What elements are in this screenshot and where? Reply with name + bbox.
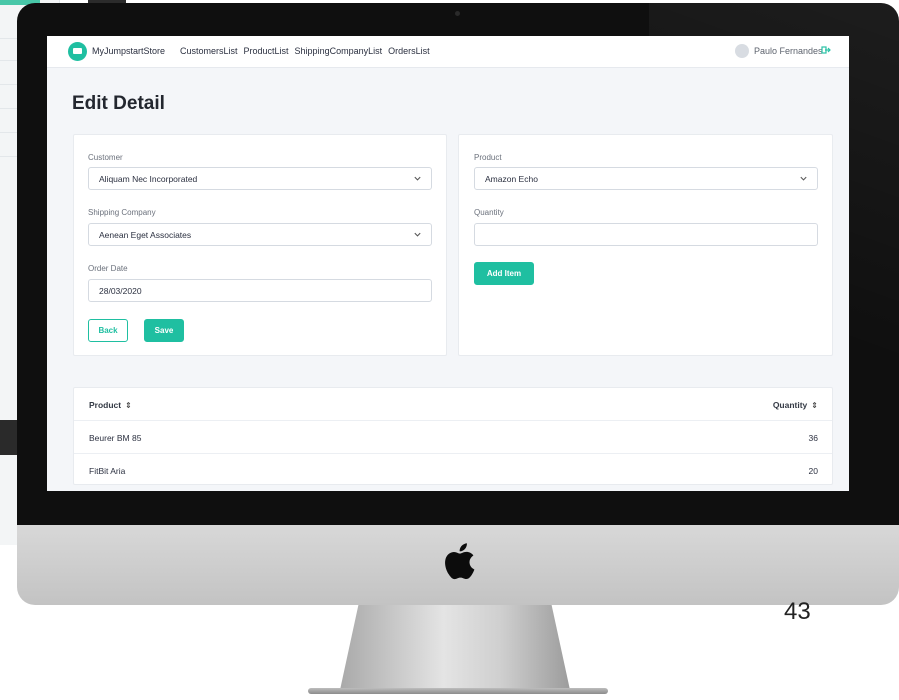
cell-product: Beurer BM 85	[89, 433, 142, 443]
table-row[interactable]: FitBit Aria 20	[74, 454, 832, 487]
order-items-table: Product ⇕ Quantity ⇕ Beurer BM 85 36 FitBi…	[73, 387, 833, 485]
nav-links: CustomersList ProductList ShippingCompan…	[180, 46, 430, 56]
avatar[interactable]	[735, 44, 749, 58]
cell-product: FitBit Aria	[89, 466, 126, 476]
brand-link[interactable]: MyJumpstartStore	[92, 46, 165, 56]
top-navbar: MyJumpstartStore CustomersList ProductLi…	[47, 36, 849, 68]
chevron-down-icon	[800, 176, 807, 181]
nav-shipping-company-list[interactable]: ShippingCompanyList	[295, 46, 383, 56]
customer-label: Customer	[88, 153, 123, 162]
monitor-stand	[340, 605, 570, 690]
sort-icon[interactable]: ⇕	[811, 401, 818, 410]
quantity-label: Quantity	[474, 208, 504, 217]
monitor-base	[308, 688, 608, 694]
user-name[interactable]: Paulo Fernandes	[754, 46, 823, 56]
table-row[interactable]: Beurer BM 85 36	[74, 421, 832, 454]
quantity-field[interactable]	[474, 223, 818, 246]
app-screen: MyJumpstartStore CustomersList ProductLi…	[47, 36, 849, 491]
nav-customers-list[interactable]: CustomersList	[180, 46, 238, 56]
store-logo-icon[interactable]	[68, 42, 87, 61]
back-button[interactable]: Back	[88, 319, 128, 342]
chevron-down-icon	[414, 232, 421, 237]
shipping-company-label: Shipping Company	[88, 208, 156, 217]
customer-select-value: Aliquam Nec Incorporated	[99, 174, 198, 184]
customer-select[interactable]: Aliquam Nec Incorporated	[88, 167, 432, 190]
column-header-product[interactable]: Product ⇕	[89, 400, 132, 410]
logout-icon[interactable]	[821, 45, 831, 55]
camera-dot	[455, 11, 460, 16]
shipping-company-select-value: Aenean Eget Associates	[99, 230, 192, 240]
nav-orders-list[interactable]: OrdersList	[388, 46, 430, 56]
nav-product-list[interactable]: ProductList	[244, 46, 289, 56]
slide-number: 43	[784, 598, 811, 625]
add-item-card: Product Amazon Echo Quantity Add Item	[458, 134, 833, 356]
order-date-field[interactable]: 28/03/2020	[88, 279, 432, 302]
order-date-value: 28/03/2020	[99, 286, 142, 296]
add-item-button[interactable]: Add Item	[474, 262, 534, 285]
sort-icon[interactable]: ⇕	[125, 401, 132, 410]
page-title: Edit Detail	[72, 93, 165, 114]
product-select-value: Amazon Echo	[485, 174, 538, 184]
order-form-card: Customer Aliquam Nec Incorporated Shippi…	[73, 134, 447, 356]
shipping-company-select[interactable]: Aenean Eget Associates	[88, 223, 432, 246]
apple-logo-icon	[445, 543, 475, 580]
cell-quantity: 36	[808, 433, 818, 443]
order-date-label: Order Date	[88, 264, 128, 273]
product-label: Product	[474, 153, 502, 162]
chevron-down-icon	[414, 176, 421, 181]
column-header-quantity[interactable]: Quantity ⇕	[773, 400, 818, 410]
product-select[interactable]: Amazon Echo	[474, 167, 818, 190]
table-header: Product ⇕ Quantity ⇕	[74, 388, 832, 421]
cell-quantity: 20	[808, 466, 818, 476]
save-button[interactable]: Save	[144, 319, 184, 342]
